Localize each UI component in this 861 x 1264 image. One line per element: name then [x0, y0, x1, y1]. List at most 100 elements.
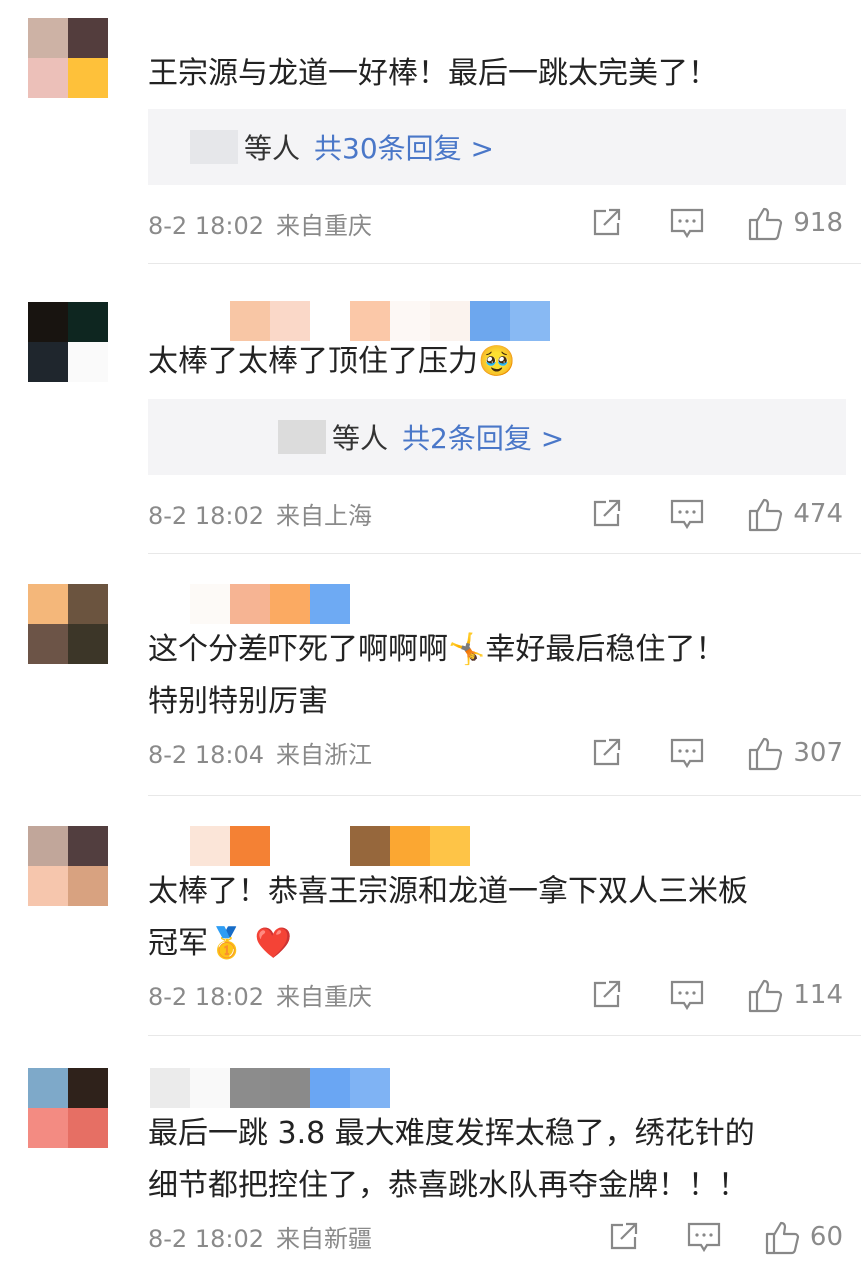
- username-pixel: [190, 584, 230, 624]
- username-pixel: [390, 826, 430, 866]
- reply-users-label: 等人: [332, 422, 389, 455]
- thumbs-up-icon: [749, 737, 783, 771]
- comment-text: 太棒了太棒了顶住了压力🥹: [148, 336, 848, 388]
- avatar-pixel: [68, 302, 108, 342]
- like-count: 114: [793, 980, 843, 1010]
- comment-location: 来自浙江: [276, 741, 372, 769]
- avatar-pixel: [68, 584, 108, 624]
- comment-location: 来自新疆: [276, 1225, 372, 1253]
- username-pixel: [150, 826, 190, 866]
- username-pixel: [230, 301, 270, 341]
- gold-medal-emoji: 🥇: [208, 926, 246, 961]
- view-replies-link[interactable]: 共30条回复 >: [314, 127, 494, 167]
- avatar-pixel: [28, 1068, 68, 1108]
- username-pixelated[interactable]: [150, 826, 470, 866]
- comment-meta: 8-2 18:04 来自浙江: [148, 740, 372, 770]
- comment-text-line: 这个分差吓死了啊啊啊: [148, 632, 448, 667]
- comment-text-line: 特别特别厉害: [148, 684, 328, 719]
- avatar-pixel: [28, 58, 68, 98]
- comment-icon[interactable]: [669, 736, 705, 770]
- share-icon[interactable]: [589, 978, 623, 1012]
- comment-icon[interactable]: [669, 206, 705, 240]
- avatar-pixel: [68, 58, 108, 98]
- avatar-pixel: [28, 342, 68, 382]
- share-icon[interactable]: [606, 1220, 640, 1254]
- avatar[interactable]: [28, 826, 108, 906]
- share-icon[interactable]: [589, 497, 623, 531]
- reply-users-label: 等人: [244, 132, 301, 165]
- comment-actions: 918: [589, 205, 843, 241]
- view-replies-link[interactable]: 共2条回复 >: [402, 417, 564, 457]
- like-button[interactable]: 307: [747, 735, 843, 771]
- avatar-pixel: [68, 18, 108, 58]
- comment-actions: 60: [606, 1219, 843, 1255]
- username-pixel: [350, 826, 390, 866]
- comment-icon[interactable]: [669, 497, 705, 531]
- comment-meta: 8-2 18:02 来自重庆: [148, 211, 372, 241]
- avatar-pixel: [28, 1108, 68, 1148]
- thumbs-up-icon: [749, 979, 783, 1013]
- username-pixel: [270, 826, 310, 866]
- avatar-pixel: [68, 1068, 108, 1108]
- comment-text-line: 细节都把控住了，恭喜跳水队再夺金牌！！！: [148, 1168, 748, 1203]
- username-pixelated[interactable]: [190, 584, 350, 624]
- avatar-pixel: [68, 826, 108, 866]
- avatar[interactable]: [28, 1068, 108, 1148]
- replies-preview[interactable]: 等人 共2条回复 >: [148, 399, 846, 475]
- username-pixel: [270, 1068, 310, 1108]
- comment-time: 8-2 18:04: [148, 741, 264, 769]
- username-pixel: [150, 1068, 190, 1108]
- avatar-pixel: [68, 342, 108, 382]
- like-button[interactable]: 918: [747, 205, 843, 241]
- username-pixel: [430, 301, 470, 341]
- username-pixelated[interactable]: [150, 1068, 390, 1108]
- replies-preview[interactable]: 等人 共30条回复 >: [148, 109, 846, 185]
- avatar-pixel: [68, 866, 108, 906]
- username-pixel: [310, 1068, 350, 1108]
- share-icon[interactable]: [589, 206, 623, 240]
- comment-meta: 8-2 18:02 来自上海: [148, 501, 372, 531]
- username-pixel: [310, 301, 350, 341]
- comment-location: 来自重庆: [276, 983, 372, 1011]
- avatar-pixel: [28, 624, 68, 664]
- comment-icon[interactable]: [686, 1220, 722, 1254]
- comment-actions: 114: [589, 977, 843, 1013]
- comment-item: 太棒了太棒了顶住了压力🥹 等人 共2条回复 > 8-2 18:02 来自上海 47…: [0, 264, 861, 554]
- username-pixel: [510, 301, 550, 341]
- like-button[interactable]: 60: [764, 1219, 843, 1255]
- share-icon[interactable]: [589, 736, 623, 770]
- comment-text: 太棒了！恭喜王宗源和龙道一拿下双人三米板 冠军🥇 ❤️: [148, 866, 848, 970]
- comment-time: 8-2 18:02: [148, 983, 264, 1011]
- person-cartwheeling-emoji: 🤸: [448, 632, 486, 667]
- avatar[interactable]: [28, 302, 108, 382]
- username-pixel: [230, 826, 270, 866]
- reply-avatar-blur: [278, 420, 326, 454]
- comment-icon[interactable]: [669, 978, 705, 1012]
- avatar-pixel: [28, 584, 68, 624]
- pleading-face-emoji: 🥹: [478, 344, 516, 379]
- like-button[interactable]: 474: [747, 496, 843, 532]
- like-count: 474: [793, 499, 843, 529]
- username-pixel: [270, 584, 310, 624]
- comment-actions: 474: [589, 496, 843, 532]
- avatar-pixel: [68, 1108, 108, 1148]
- username-pixel: [190, 1068, 230, 1108]
- comment-meta: 8-2 18:02 来自新疆: [148, 1224, 372, 1254]
- comment-location: 来自上海: [276, 502, 372, 530]
- avatar[interactable]: [28, 584, 108, 664]
- like-button[interactable]: 114: [747, 977, 843, 1013]
- avatar[interactable]: [28, 18, 108, 98]
- username-pixel: [430, 826, 470, 866]
- username-pixelated[interactable]: [190, 301, 550, 341]
- red-heart-emoji: ❤️: [254, 926, 293, 961]
- comment-text: 这个分差吓死了啊啊啊🤸幸好最后稳住了！ 特别特别厉害: [148, 624, 848, 728]
- username-pixel: [470, 301, 510, 341]
- like-count: 918: [793, 208, 843, 238]
- username-pixel: [230, 1068, 270, 1108]
- thumbs-up-icon: [749, 207, 783, 241]
- comment-meta: 8-2 18:02 来自重庆: [148, 982, 372, 1012]
- avatar-pixel: [28, 302, 68, 342]
- comment-location: 来自重庆: [276, 212, 372, 240]
- comment-text: 最后一跳 3.8 最大难度发挥太稳了，绣花针的 细节都把控住了，恭喜跳水队再夺金…: [148, 1108, 848, 1212]
- comment-text-line: 太棒了！恭喜王宗源和龙道一拿下双人三米板: [148, 874, 748, 909]
